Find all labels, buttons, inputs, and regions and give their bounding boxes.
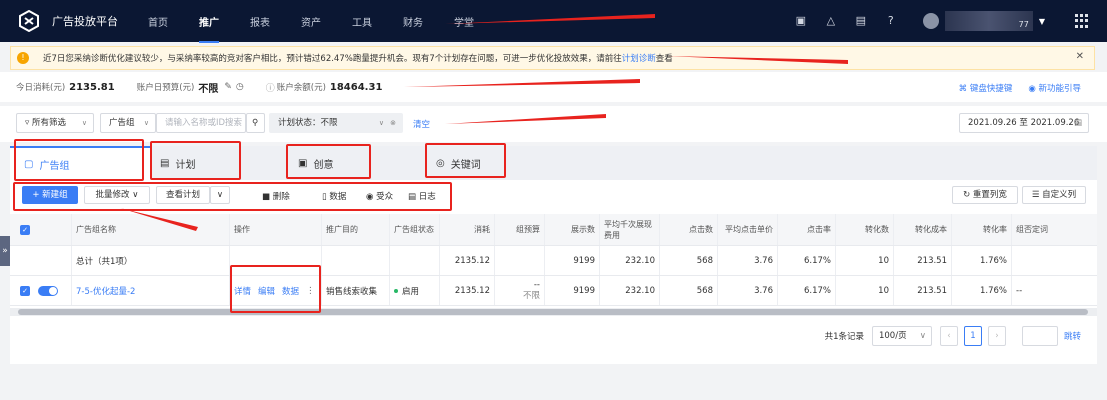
annotation-arrow-toolbar [120, 208, 198, 231]
annotation-arrows [120, 14, 848, 231]
annotation-arrow-filters [445, 114, 606, 124]
annotation-arrow-budget [404, 79, 640, 87]
annotation-arrow-nav [445, 14, 655, 24]
annotation-arrow-notice [667, 56, 848, 64]
